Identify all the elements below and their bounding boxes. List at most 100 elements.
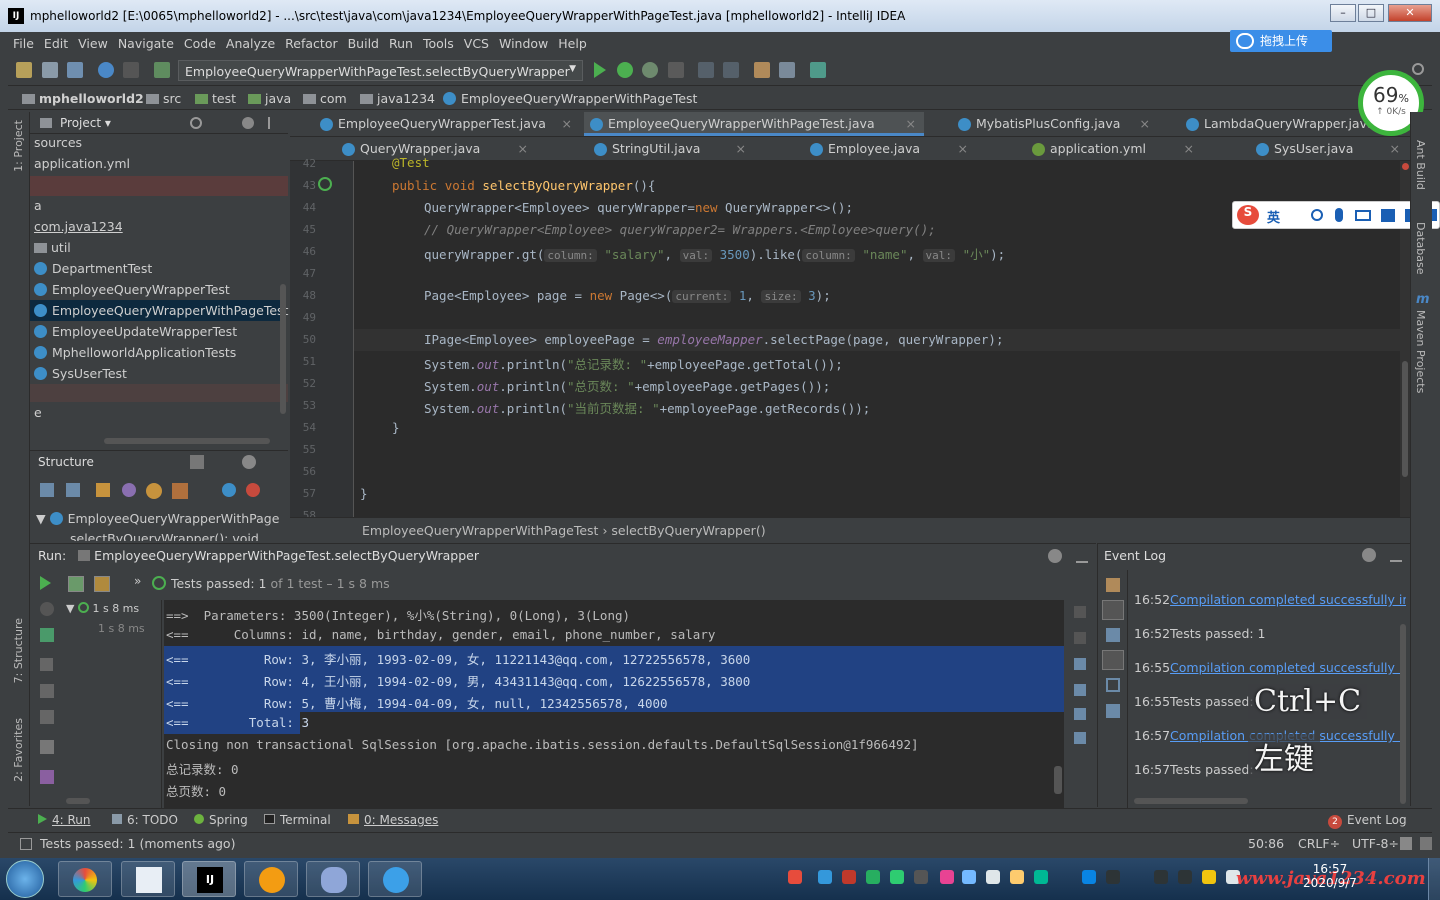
field-icon[interactable] [146,483,162,499]
close-tab-icon[interactable]: × [1140,116,1150,131]
close-tab-icon[interactable]: × [562,116,572,131]
tab-employee-query-wrapper-test[interactable]: EmployeeQueryWrapperTest.java × [314,112,580,136]
breadcrumb-com[interactable]: com [303,91,347,106]
menu-edit[interactable]: Edit [39,32,73,55]
expand-icon[interactable] [190,455,204,469]
soft-wrap-icon[interactable] [1074,658,1086,670]
breadcrumb-src[interactable]: src [146,91,181,106]
structure-method-node[interactable]: selectByQueryWrapper(): void [70,531,259,541]
maximize-button[interactable]: □ [1358,4,1384,22]
menu-navigate[interactable]: Navigate [113,32,179,55]
menu-vcs[interactable]: VCS [459,32,494,55]
tree-item-application-yml[interactable]: application.yml [30,153,280,174]
menu-tools[interactable]: Tools [418,32,459,55]
tree-item-sources[interactable]: sources [30,132,280,153]
close-tab-icon[interactable]: × [736,141,746,156]
chevron-down-icon[interactable]: ▾ [105,116,111,130]
tray-qq-icon[interactable] [1106,870,1120,884]
vcs-commit-icon[interactable] [723,62,739,78]
event-link[interactable]: Compilation completed successfully in 5 … [1170,592,1406,607]
vertical-scrollbar[interactable] [280,284,286,414]
sort-alpha-icon[interactable] [66,483,80,497]
favorites-tool-tab[interactable]: 2: Favorites [12,718,25,782]
run-configuration-select[interactable]: EmployeeQueryWrapperWithPageTest.selectB… [178,60,583,81]
toggle-auto-test-icon[interactable] [40,628,54,642]
editor-breadcrumb-class[interactable]: EmployeeQueryWrapperWithPageTest [362,523,598,538]
tab-application-yml[interactable]: application.yml × [1026,137,1202,161]
tab-lambda-query-wrapper[interactable]: LambdaQueryWrapper.java [1180,112,1370,136]
show-desktop-button[interactable] [1428,858,1440,900]
tree-item-class[interactable]: EmployeeUpdateWrapperTest [30,321,280,342]
tray-icon[interactable] [1082,870,1096,884]
run-tool-tab[interactable]: 4: Run [38,813,91,827]
menu-window[interactable]: Window [494,32,553,55]
taskbar-app-media[interactable] [121,861,175,897]
forward-icon[interactable] [123,62,139,78]
export-icon[interactable] [40,710,54,724]
show-ignored-icon[interactable] [94,576,110,592]
tab-query-wrapper[interactable]: QueryWrapper.java × [336,137,536,161]
tray-sogou-icon[interactable] [788,870,802,884]
build-icon[interactable] [154,62,170,78]
event-log-entry[interactable]: 16:55Compilation completed successfully … [1134,660,1406,680]
close-tab-icon[interactable]: × [518,141,528,156]
search-icon[interactable] [1412,63,1424,75]
ant-build-tool-tab[interactable]: Ant Build [1414,140,1427,190]
toggle-icon[interactable] [1102,650,1124,670]
scroll-down-icon[interactable] [1074,632,1086,644]
project-structure-icon[interactable] [779,62,795,78]
tab-string-util[interactable]: StringUtil.java × [588,137,754,161]
layout-icon[interactable] [40,740,54,754]
lock-icon[interactable] [1400,837,1412,850]
scroll-to-end-icon[interactable] [1074,684,1086,696]
tab-employee[interactable]: Employee.java × [804,137,976,161]
abstract-icon[interactable] [246,483,260,497]
tray-icon[interactable] [842,870,856,884]
minimize-button[interactable]: – [1330,4,1356,22]
locate-icon[interactable] [190,117,202,129]
gear-icon[interactable] [1362,548,1376,562]
breadcrumb-project[interactable]: mphelloworld2 [22,91,144,106]
tree-item-e[interactable]: e [30,402,280,423]
tray-icon[interactable] [1010,870,1024,884]
close-tab-icon[interactable]: × [1390,141,1400,156]
console-output[interactable]: ==> Parameters: 3500(Integer), %小%(Strin… [164,600,1064,808]
structure-root-node[interactable]: ▼ EmployeeQueryWrapperWithPage [36,511,279,526]
sdk-icon[interactable] [810,62,826,78]
trash-icon[interactable] [1074,732,1086,744]
coverage-icon[interactable] [642,62,658,78]
stop-icon[interactable] [40,658,53,671]
breadcrumb-java[interactable]: java [248,91,291,106]
tree-item-class[interactable]: MphelloworldApplicationTests [30,342,280,363]
tool-windows-icon[interactable] [20,838,32,850]
project-title[interactable]: Project [60,116,101,130]
close-tab-icon[interactable]: × [906,116,916,131]
event-log-vscroll[interactable] [1400,624,1406,804]
restore-layout-icon[interactable] [40,684,54,698]
tray-qq-icon[interactable] [1178,870,1192,884]
emoji-icon[interactable] [1311,209,1323,221]
tree-scrollbar[interactable] [66,798,90,804]
taskbar-app-browser[interactable] [58,861,112,897]
tree-item-class[interactable]: EmployeeQueryWrapperTest [30,279,280,300]
tree-item-class[interactable]: SysUserTest [30,363,280,384]
hide-panel-icon[interactable] [268,117,278,129]
tree-item-a[interactable]: a [30,195,280,216]
tray-icon[interactable] [1034,870,1048,884]
ime-toolbar[interactable]: S 英 [1232,201,1440,229]
show-passed-icon[interactable] [68,576,84,592]
gear-icon[interactable] [242,455,256,469]
tab-sys-user[interactable]: SysUser.java × [1250,137,1408,161]
start-button[interactable] [6,860,44,898]
breadcrumb-test[interactable]: test [195,91,236,106]
gear-icon[interactable] [242,117,254,129]
hide-panel-icon[interactable] [1076,549,1088,563]
keyboard-icon[interactable] [1355,210,1371,221]
trash-icon[interactable] [1106,704,1120,718]
terminal-tool-tab[interactable]: Terminal [264,813,331,827]
file-encoding[interactable]: UTF-8÷ [1352,836,1399,851]
rerun-icon[interactable] [40,576,51,590]
method-icon[interactable] [222,483,236,497]
tray-qq-icon[interactable] [1154,870,1168,884]
menu-help[interactable]: Help [553,32,592,55]
